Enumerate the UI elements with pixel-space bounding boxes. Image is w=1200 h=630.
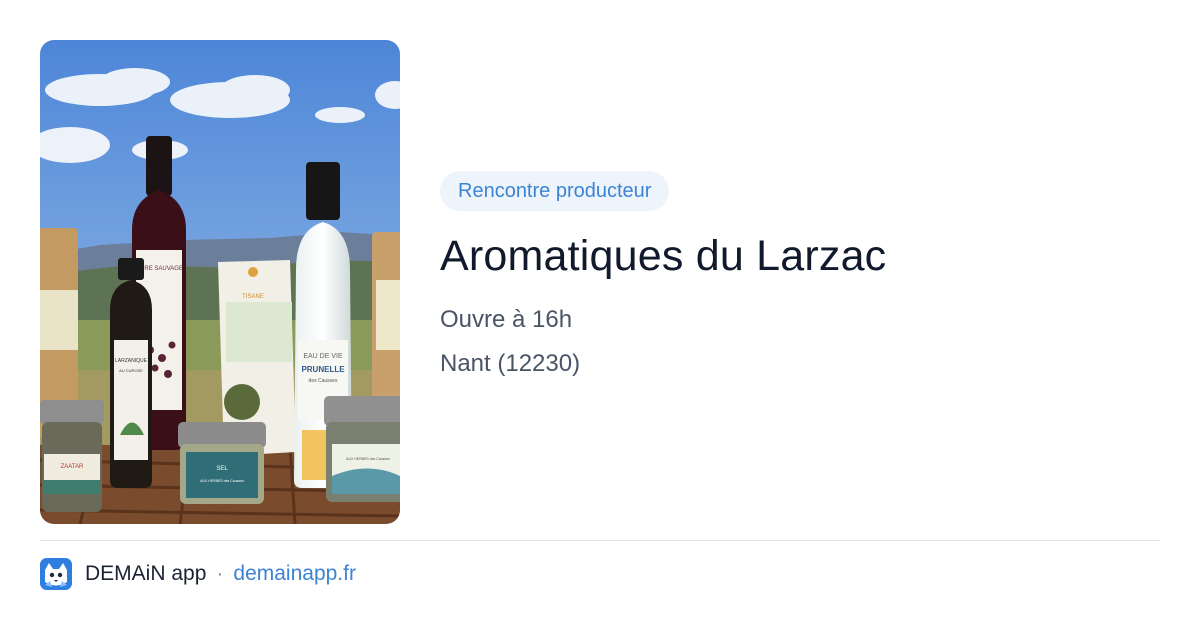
label-causses-text: des Causses bbox=[309, 378, 338, 384]
listing-info: Rencontre producteur Aromatiques du Larz… bbox=[440, 171, 886, 379]
label-vinegar-sub-text: AU CUROSE bbox=[119, 368, 143, 373]
opening-hours: Ouvre à 16h bbox=[440, 306, 573, 333]
location-text: Nant (12230) bbox=[440, 350, 581, 377]
product-photo: MÛRE SAUVAGE LARZANIQUE AU CUROSE TISANE… bbox=[40, 40, 400, 524]
listing-title[interactable]: Aromatiques du Larzac bbox=[440, 231, 886, 281]
footer: DEMAiN app · demainapp.fr bbox=[40, 558, 356, 590]
label-right-jar-text: AUX HERBES des Causses bbox=[346, 457, 390, 461]
app-name: DEMAiN app bbox=[85, 562, 207, 585]
footer-divider bbox=[40, 540, 1160, 541]
label-eau-de-vie-text: EAU DE VIE bbox=[303, 353, 343, 360]
label-sel-sub-text: AUX HERBES des Causses bbox=[200, 479, 244, 483]
category-badge: Rencontre producteur bbox=[440, 171, 670, 211]
label-vinegar-text: LARZANIQUE bbox=[115, 358, 148, 364]
footer-separator: · bbox=[216, 562, 224, 585]
label-zaatar-text: ZAATAR bbox=[61, 464, 84, 470]
label-sel-text: SEL bbox=[216, 466, 228, 472]
label-prunelle-text: PRUNELLE bbox=[301, 365, 345, 374]
label-tisane-text: TISANE bbox=[242, 294, 264, 300]
domain-link[interactable]: demainapp.fr bbox=[233, 562, 356, 586]
demain-logo-icon bbox=[40, 558, 72, 590]
